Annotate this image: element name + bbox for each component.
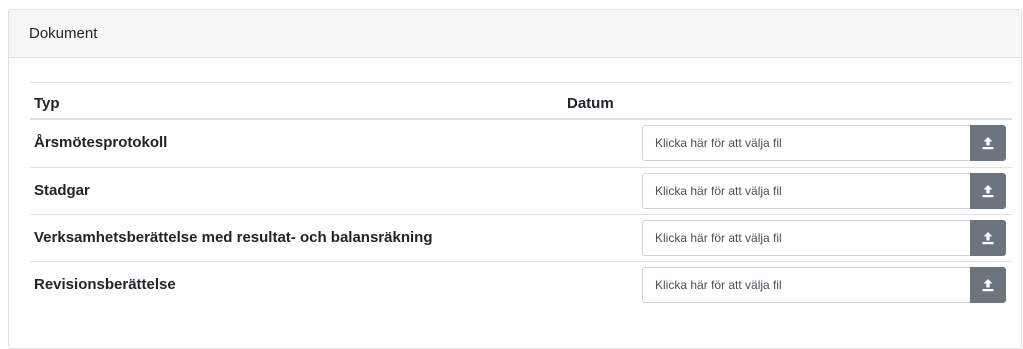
upload-button[interactable] bbox=[970, 220, 1006, 256]
file-input[interactable] bbox=[642, 267, 970, 303]
documents-panel: Dokument Typ Datum Årsmötesprotokoll Kli… bbox=[8, 9, 1022, 349]
panel-title: Dokument bbox=[29, 25, 98, 42]
document-type-label: Årsmötesprotokoll bbox=[34, 134, 168, 151]
document-type-label: Stadgar bbox=[34, 182, 90, 199]
panel-header: Dokument bbox=[9, 10, 1021, 58]
file-picker bbox=[642, 220, 1006, 256]
table-row: Årsmötesprotokoll bbox=[30, 120, 1012, 167]
upload-icon bbox=[981, 184, 995, 198]
file-input[interactable] bbox=[642, 173, 970, 209]
file-picker bbox=[642, 267, 1006, 303]
upload-icon bbox=[981, 278, 995, 292]
upload-button[interactable] bbox=[970, 173, 1006, 209]
documents-table: Typ Datum Årsmötesprotokoll Stadgar bbox=[30, 82, 1012, 308]
file-input[interactable] bbox=[642, 125, 970, 161]
file-picker bbox=[642, 125, 1006, 161]
table-row: Stadgar bbox=[30, 167, 1012, 214]
document-type-label: Revisionsberättelse bbox=[34, 276, 176, 293]
document-type-label: Verksamhetsberättelse med resultat- och … bbox=[34, 229, 433, 246]
table-header-row: Typ Datum bbox=[30, 82, 1012, 120]
upload-icon bbox=[981, 136, 995, 150]
file-picker bbox=[642, 173, 1006, 209]
upload-icon bbox=[981, 231, 995, 245]
table-row: Revisionsberättelse bbox=[30, 261, 1012, 308]
column-header-typ: Typ bbox=[34, 95, 60, 112]
upload-button[interactable] bbox=[970, 267, 1006, 303]
column-header-datum: Datum bbox=[567, 95, 614, 112]
file-input[interactable] bbox=[642, 220, 970, 256]
table-row: Verksamhetsberättelse med resultat- och … bbox=[30, 214, 1012, 261]
upload-button[interactable] bbox=[970, 125, 1006, 161]
